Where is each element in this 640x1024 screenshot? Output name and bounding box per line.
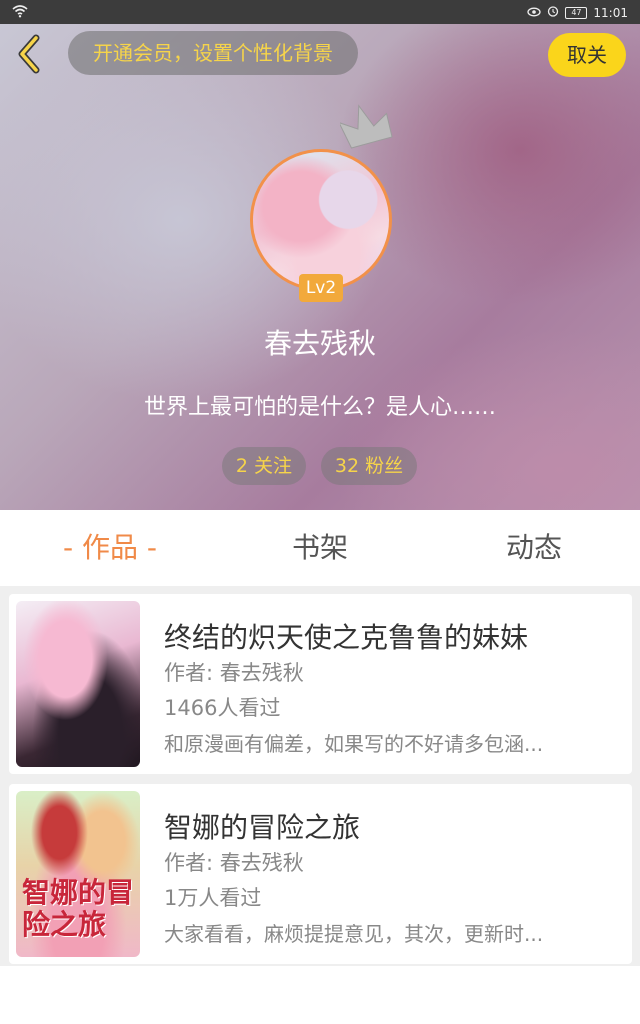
vip-background-button[interactable]: 开通会员，设置个性化背景 <box>68 31 358 75</box>
avatar[interactable] <box>250 149 392 291</box>
book-card[interactable]: 终结的炽天使之克鲁鲁的妹妹 作者: 春去残秋 1466人看过 和原漫画有偏差，如… <box>9 594 632 774</box>
book-views: 1万人看过 <box>164 886 262 910</box>
book-author: 作者: 春去残秋 <box>164 661 304 685</box>
bio-text: 世界上最可怕的是什么？是人心…… <box>143 395 496 420</box>
status-bar: 47 11:01 <box>0 0 640 24</box>
book-author: 作者: 春去残秋 <box>164 851 304 875</box>
tab-works[interactable]: - 作品 - <box>30 510 190 586</box>
book-title: 智娜的冒险之旅 <box>164 811 361 844</box>
book-cover <box>16 601 140 767</box>
battery-icon: 47 <box>565 6 588 19</box>
book-title: 终结的炽天使之克鲁鲁的妹妹 <box>164 621 529 654</box>
level-badge: Lv2 <box>299 274 343 302</box>
tab-bookshelf[interactable]: 书架 <box>240 510 400 586</box>
profile-tabs: - 作品 - 书架 动态 <box>0 510 640 586</box>
book-card[interactable]: 智娜的冒险之旅 智娜的冒险之旅 作者: 春去残秋 1万人看过 大家看看，麻烦提提… <box>9 784 632 964</box>
book-description: 和原漫画有偏差，如果写的不好请多包涵... <box>164 732 544 756</box>
cover-title-art: 智娜的冒险之旅 <box>22 876 135 941</box>
eye-icon <box>527 6 542 20</box>
tab-feed[interactable]: 动态 <box>454 510 614 586</box>
username: 春去残秋 <box>263 327 376 360</box>
clock-time: 11:01 <box>593 5 628 20</box>
following-count-button[interactable]: 2 关注 <box>222 447 306 485</box>
alarm-icon <box>547 5 559 20</box>
fans-count-button[interactable]: 32 粉丝 <box>321 447 417 485</box>
wifi-icon <box>12 4 28 21</box>
unfollow-button[interactable]: 取关 <box>548 33 626 77</box>
back-button[interactable] <box>12 34 48 74</box>
book-cover: 智娜的冒险之旅 <box>16 791 140 957</box>
chevron-left-icon <box>18 34 40 74</box>
book-views: 1466人看过 <box>164 696 281 720</box>
book-description: 大家看看，麻烦提提意见，其次，更新时... <box>164 922 544 946</box>
